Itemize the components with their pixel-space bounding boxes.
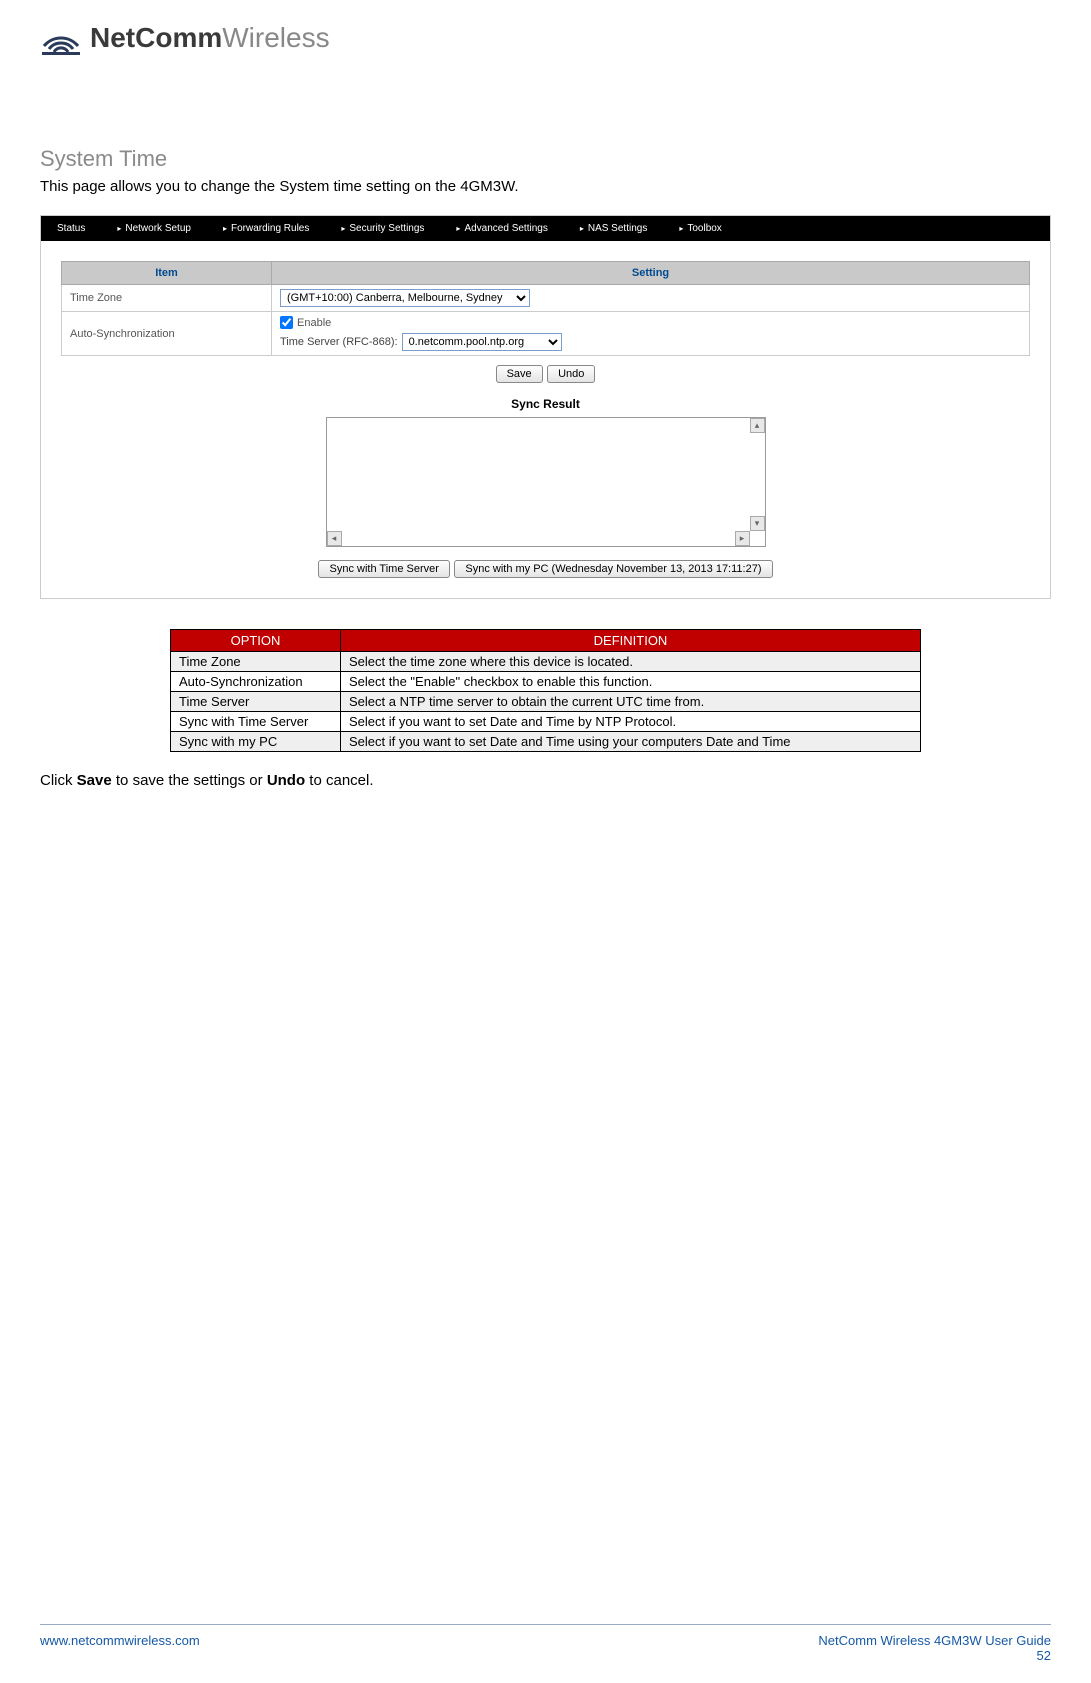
scroll-left-icon[interactable]: ◂ [327,531,342,546]
footer: www.netcommwireless.com NetComm Wireless… [40,1624,1051,1663]
nav-bar: Status Network Setup Forwarding Rules Se… [41,216,1050,241]
scroll-down-icon[interactable]: ▾ [750,516,765,531]
logo-text: NetCommWireless [90,22,330,54]
closing-text: Click Save to save the settings or Undo … [40,772,1051,789]
footer-title: NetComm Wireless 4GM3W User Guide [818,1633,1051,1648]
nav-network-setup[interactable]: Network Setup [101,220,207,237]
scroll-up-icon[interactable]: ▴ [750,418,765,433]
nav-nas-settings[interactable]: NAS Settings [564,220,664,237]
wifi-icon [40,20,82,56]
table-row: Time ServerSelect a NTP time server to o… [171,692,921,712]
time-server-select[interactable]: 0.netcomm.pool.ntp.org [402,333,562,351]
row-timezone-label: Time Zone [62,285,272,312]
th-option: OPTION [171,630,341,652]
nav-security-settings[interactable]: Security Settings [325,220,440,237]
definition-table: OPTION DEFINITION Time ZoneSelect the ti… [170,629,921,752]
sync-time-server-button[interactable]: Sync with Time Server [318,560,449,578]
sync-result-title: Sync Result [61,397,1030,411]
table-row: Sync with my PCSelect if you want to set… [171,732,921,752]
nav-status[interactable]: Status [41,220,101,237]
intro-text: This page allows you to change the Syste… [40,178,1051,195]
settings-table: Item Setting Time Zone (GMT+10:00) Canbe… [61,261,1030,356]
enable-checkbox[interactable] [280,316,293,329]
table-row: Auto-SynchronizationSelect the "Enable" … [171,672,921,692]
footer-url: www.netcommwireless.com [40,1633,200,1663]
scroll-right-icon[interactable]: ▸ [735,531,750,546]
row-autosync-label: Auto-Synchronization [62,312,272,356]
settings-screenshot: Status Network Setup Forwarding Rules Se… [40,215,1051,599]
nav-advanced-settings[interactable]: Advanced Settings [440,220,563,237]
table-row: Time ZoneSelect the time zone where this… [171,652,921,672]
time-server-label: Time Server (RFC-868): [280,336,398,348]
sync-result-box: ▴ ▾ ◂ ▸ [326,417,766,547]
timezone-select[interactable]: (GMT+10:00) Canberra, Melbourne, Sydney [280,289,530,307]
page-title: System Time [40,146,1051,172]
th-definition: DEFINITION [341,630,921,652]
th-setting: Setting [272,262,1030,285]
page-number: 52 [818,1648,1051,1663]
nav-toolbox[interactable]: Toolbox [663,220,737,237]
undo-button[interactable]: Undo [547,365,595,383]
sync-my-pc-button[interactable]: Sync with my PC (Wednesday November 13, … [454,560,772,578]
enable-label: Enable [297,317,331,329]
table-row: Sync with Time ServerSelect if you want … [171,712,921,732]
logo: NetCommWireless [40,10,1051,86]
th-item: Item [62,262,272,285]
save-button[interactable]: Save [496,365,543,383]
nav-forwarding-rules[interactable]: Forwarding Rules [207,220,325,237]
